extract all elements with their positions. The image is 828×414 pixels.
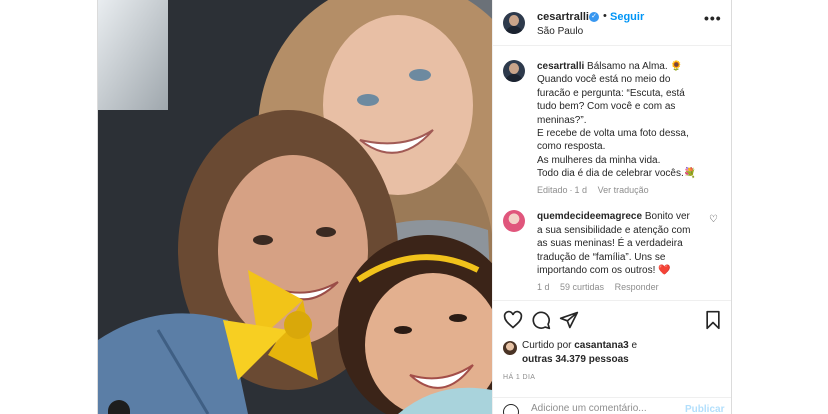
publish-button[interactable]: Publicar [685,404,724,414]
comment-likes[interactable]: 59 curtidas [560,282,604,292]
separator-dot: • [603,10,607,22]
caption-avatar[interactable] [503,60,525,82]
caption-username[interactable]: cesartralli [537,61,584,72]
reply-button[interactable]: Responder [615,282,659,292]
paper-plane-icon[interactable] [559,310,579,330]
commenter-avatar[interactable] [503,210,525,232]
caption-line: Quando você está no meio do [537,74,671,86]
comment-line: tradução de “família”. Uns se [537,251,666,263]
likes-and: e [631,340,638,351]
selfie-image [98,0,492,414]
caption-line: como resposta. [537,141,606,153]
liker-username[interactable]: casantana3 [574,340,628,351]
instagram-post: cesartralli ✓ • Seguir São Paulo ••• ces… [97,0,732,414]
post-side-panel: cesartralli ✓ • Seguir São Paulo ••• ces… [492,0,731,414]
author-username[interactable]: cesartralli [537,11,589,23]
likes-others[interactable]: outras 34.379 pessoas [522,354,629,365]
meta-dot: · [569,184,573,195]
caption-age: 1 d [574,184,588,195]
edited-label: Editado [537,184,568,195]
add-comment-bar: Publicar [493,397,731,414]
likes-text: Curtido por casantana3 e outras 34.379 p… [522,339,722,366]
caption-meta: Editado · 1 d Ver tradução [537,184,729,197]
comment-line: a sua sensibilidade e atenção com [537,224,691,236]
post-date[interactable]: HÁ 1 DIA [503,374,535,381]
caption-line: Bálsamo na Alma. 🌻 [587,61,683,72]
comment-line: as suas meninas! É a verdadeira [537,238,683,250]
commenter-username[interactable]: quemdecideemagrece [537,211,642,222]
caption-line: tudo bem? Com você e com as [537,101,676,113]
caption-line: E recebe de volta uma foto dessa, [537,128,689,140]
comment-like-heart-icon[interactable]: ♡ [709,214,718,225]
comment-text: quemdecideemagrece Bonito ver a sua sens… [537,210,709,295]
heart-icon[interactable] [503,310,523,330]
comment-input[interactable] [531,403,671,414]
verified-badge-icon: ✓ [589,12,599,22]
post-header: cesartralli ✓ • Seguir São Paulo ••• [493,0,731,46]
liker-avatar[interactable] [503,341,517,355]
translate-link[interactable]: Ver tradução [598,185,649,195]
smiley-icon[interactable] [503,404,519,414]
post-location[interactable]: São Paulo [537,26,583,37]
caption-line: meninas?”. [537,114,587,126]
follow-button[interactable]: Seguir [610,11,644,23]
more-options-icon[interactable]: ••• [704,10,722,26]
caption-line: As mulheres da minha vida. [537,154,661,166]
caption-line: Todo dia é dia de celebrar vocês.💐 [537,168,697,180]
caption-line: furacão e pergunta: “Escuta, está [537,87,685,99]
caption-text: cesartralli Bálsamo na Alma. 🌻 Quando vo… [537,60,729,197]
post-actions: Curtido por casantana3 e outras 34.379 p… [493,300,731,414]
bookmark-icon[interactable] [703,310,723,330]
comment-line: Bonito ver [644,211,690,222]
comment-meta: 1 d 59 curtidas Responder [537,281,709,295]
comment-icon[interactable] [531,310,551,330]
author-avatar[interactable] [503,12,525,34]
comment-line: importando com os outros! ❤️ [537,265,671,277]
post-photo[interactable] [98,0,492,414]
comment-age: 1 d [537,281,550,292]
likes-prefix: Curtido por [522,340,572,351]
